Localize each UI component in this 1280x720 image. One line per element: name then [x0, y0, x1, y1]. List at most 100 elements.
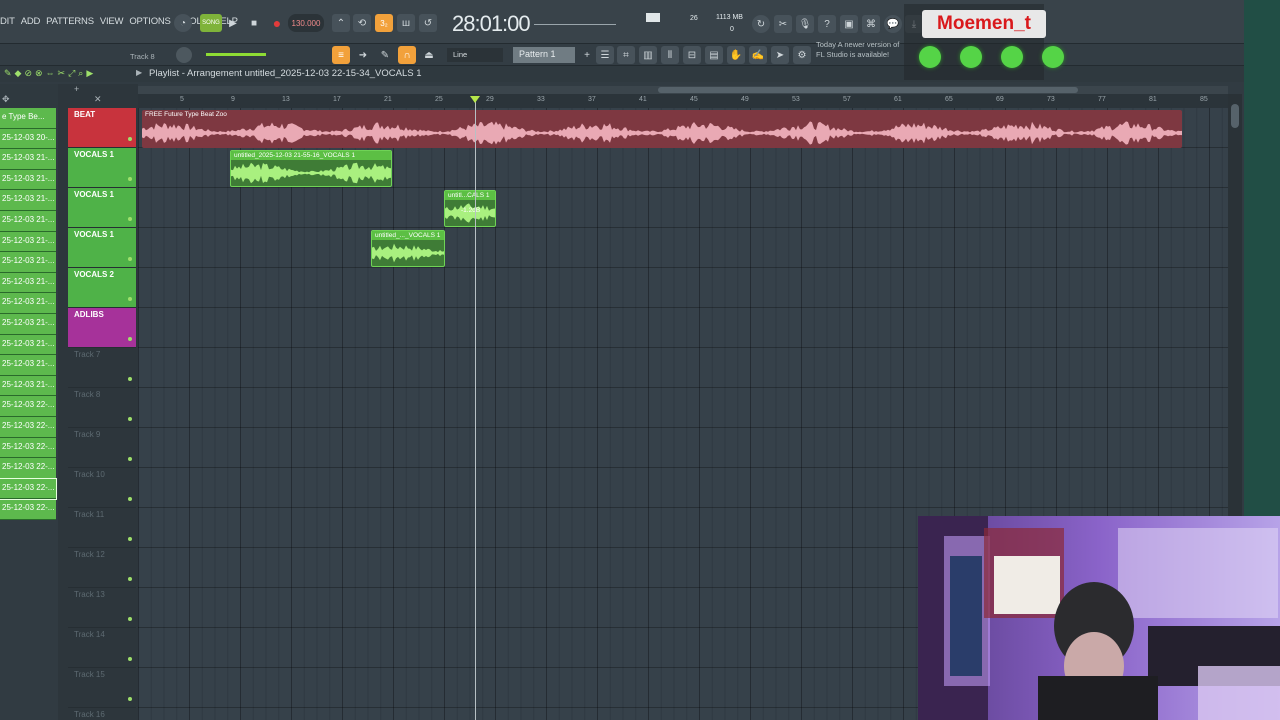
browser-item[interactable]: 25-12-03 21-... [0, 169, 56, 191]
browser-item[interactable]: 25-12-03 21-... [0, 375, 56, 397]
arrow-icon[interactable]: ➜ [354, 46, 372, 64]
horizontal-scrollbar[interactable] [138, 86, 1228, 94]
track-header[interactable]: Track 8 [68, 388, 136, 428]
plugin-icon[interactable]: ⌘ [862, 15, 880, 33]
clip-vocals-c[interactable]: untitled_..._VOCALS 1 [371, 230, 445, 267]
channel-rack-icon[interactable]: ▥ [639, 46, 657, 64]
track-led-icon[interactable] [128, 457, 132, 461]
tools-icon[interactable]: ✍ [749, 46, 767, 64]
playlist-view-icon[interactable]: ≡ [332, 46, 350, 64]
microphone-icon[interactable]: 🎙 [796, 15, 814, 33]
track-header[interactable]: BEAT [68, 108, 136, 148]
track-header[interactable]: Track 11 [68, 508, 136, 548]
clip-vocals-a[interactable]: untitled_2025-12-03 21-55-16_VOCALS 1 [230, 150, 392, 187]
vertical-scrollbar-thumb[interactable] [1231, 104, 1239, 128]
track-led-icon[interactable] [128, 697, 132, 701]
track-led-icon[interactable] [128, 537, 132, 541]
main-volume-knob[interactable] [176, 47, 192, 63]
save-icon[interactable]: ▣ [840, 15, 858, 33]
track-header[interactable]: VOCALS 2 [68, 268, 136, 308]
browser-item[interactable]: 25-12-03 21-... [0, 293, 56, 314]
track-led-icon[interactable] [128, 177, 132, 181]
close-icon[interactable]: ✕ [94, 94, 102, 105]
track-header[interactable]: Track 15 [68, 668, 136, 708]
track-header[interactable]: Track 9 [68, 428, 136, 468]
update-notice[interactable]: Today A newer version of FL Studio is av… [816, 40, 899, 60]
browser-item[interactable]: 25-12-03 22-... [0, 416, 56, 438]
track-led-icon[interactable] [128, 417, 132, 421]
track-header[interactable]: Track 10 [68, 468, 136, 508]
metronome-knob-icon[interactable]: ◔ [174, 14, 192, 32]
track-header[interactable]: Track 14 [68, 628, 136, 668]
track-led-icon[interactable] [128, 297, 132, 301]
pattern-selector[interactable]: Pattern 1 [513, 47, 575, 63]
track-header[interactable]: ADLIBS [68, 308, 136, 348]
browser-item[interactable]: 25-12-03 22-... [0, 458, 56, 479]
stamp-icon[interactable]: ⏏ [420, 46, 438, 64]
menu-edit[interactable]: DIT [0, 16, 15, 27]
arrow-right-icon[interactable]: ▶ [136, 68, 142, 77]
touch-controller-icon[interactable]: ✋ [727, 46, 745, 64]
browser-item[interactable]: 25-12-03 21-... [0, 231, 56, 253]
magnet-snap-icon[interactable]: ∩ [398, 46, 416, 64]
help-icon[interactable]: ? [818, 15, 836, 33]
record-icon[interactable]: ● [268, 14, 286, 32]
browser-item[interactable]: 25-12-03 21-... [0, 190, 56, 211]
play-icon[interactable]: ▶ [224, 14, 242, 32]
clip-vocals-b[interactable]: untitl...CALS 1 -1.2dB [444, 190, 496, 227]
main-pitch-slider[interactable] [206, 53, 266, 56]
browser-item[interactable]: 25-12-03 22-... [0, 499, 56, 520]
browser-nav-icon[interactable]: ✥ [2, 94, 10, 105]
countdown-icon[interactable]: 3₂ [375, 14, 393, 32]
browser-item[interactable]: 25-12-03 21-... [0, 252, 56, 273]
track-led-icon[interactable] [128, 217, 132, 221]
undo-history-icon[interactable]: ↻ [752, 15, 770, 33]
browser-item[interactable]: e Type Be... [0, 108, 56, 129]
menu-options[interactable]: OPTIONS [129, 16, 171, 27]
track-led-icon[interactable] [128, 337, 132, 341]
add-track-icon[interactable]: + [74, 84, 79, 94]
track-led-icon[interactable] [128, 617, 132, 621]
snap-selector[interactable]: Line [447, 48, 503, 62]
browser-item[interactable]: 25-12-03 20-... [0, 128, 56, 150]
track-header[interactable]: VOCALS 1 [68, 148, 136, 188]
browser-item[interactable]: 25-12-03 21-... [0, 313, 56, 335]
browser-item[interactable]: 25-12-03 21-... [0, 210, 56, 232]
mixer-link-icon[interactable]: ✂ [774, 15, 792, 33]
browser-item[interactable]: 25-12-03 21-... [0, 149, 56, 170]
track-led-icon[interactable] [128, 497, 132, 501]
track-led-icon[interactable] [128, 377, 132, 381]
menu-view[interactable]: VIEW [100, 16, 124, 27]
menu-patterns[interactable]: PATTERNS [46, 16, 94, 27]
loop-record-icon[interactable]: ↺ [419, 14, 437, 32]
track-header[interactable]: VOCALS 1 [68, 188, 136, 228]
browser-item[interactable]: 25-12-03 21-... [0, 272, 56, 294]
scrollbar-thumb[interactable] [658, 87, 1078, 93]
track-header[interactable]: Track 12 [68, 548, 136, 588]
wait-input-icon[interactable]: ⟲ [353, 14, 371, 32]
track-header[interactable]: Track 16 [68, 708, 136, 720]
browser-item[interactable]: 25-12-03 22-... [0, 437, 56, 459]
playlist-tools-icons[interactable]: ✎◆⊘⊗⇔✂⤢⌕▶ [4, 68, 96, 79]
track-led-icon[interactable] [128, 577, 132, 581]
stop-icon[interactable]: ■ [245, 14, 263, 32]
blend-notes-icon[interactable]: ш [397, 14, 415, 32]
track-led-icon[interactable] [128, 137, 132, 141]
song-mode-toggle[interactable]: SONG [200, 14, 222, 32]
tempo-display[interactable]: 130.000 [288, 14, 324, 32]
plugin-picker-icon[interactable]: ▤ [705, 46, 723, 64]
track-led-icon[interactable] [128, 257, 132, 261]
chat-icon[interactable]: 💬 [884, 15, 902, 33]
track-led-icon[interactable] [128, 657, 132, 661]
piano-roll-icon[interactable]: ⌗ [617, 46, 635, 64]
wrench-icon[interactable]: ⚙ [793, 46, 811, 64]
add-pattern-icon[interactable]: + [578, 46, 596, 64]
pattern-step-icon[interactable]: ⌃ [332, 14, 350, 32]
track-header[interactable]: VOCALS 1 [68, 228, 136, 268]
browser-item[interactable]: 25-12-03 22-... [0, 477, 57, 501]
clip-beat[interactable]: FREE Future Type Beat Zoo [142, 110, 1182, 148]
playhead-marker[interactable] [470, 96, 480, 103]
browser-icon[interactable]: ⊟ [683, 46, 701, 64]
master-pitch-slider[interactable] [534, 24, 616, 25]
menu-add[interactable]: ADD [21, 16, 41, 27]
